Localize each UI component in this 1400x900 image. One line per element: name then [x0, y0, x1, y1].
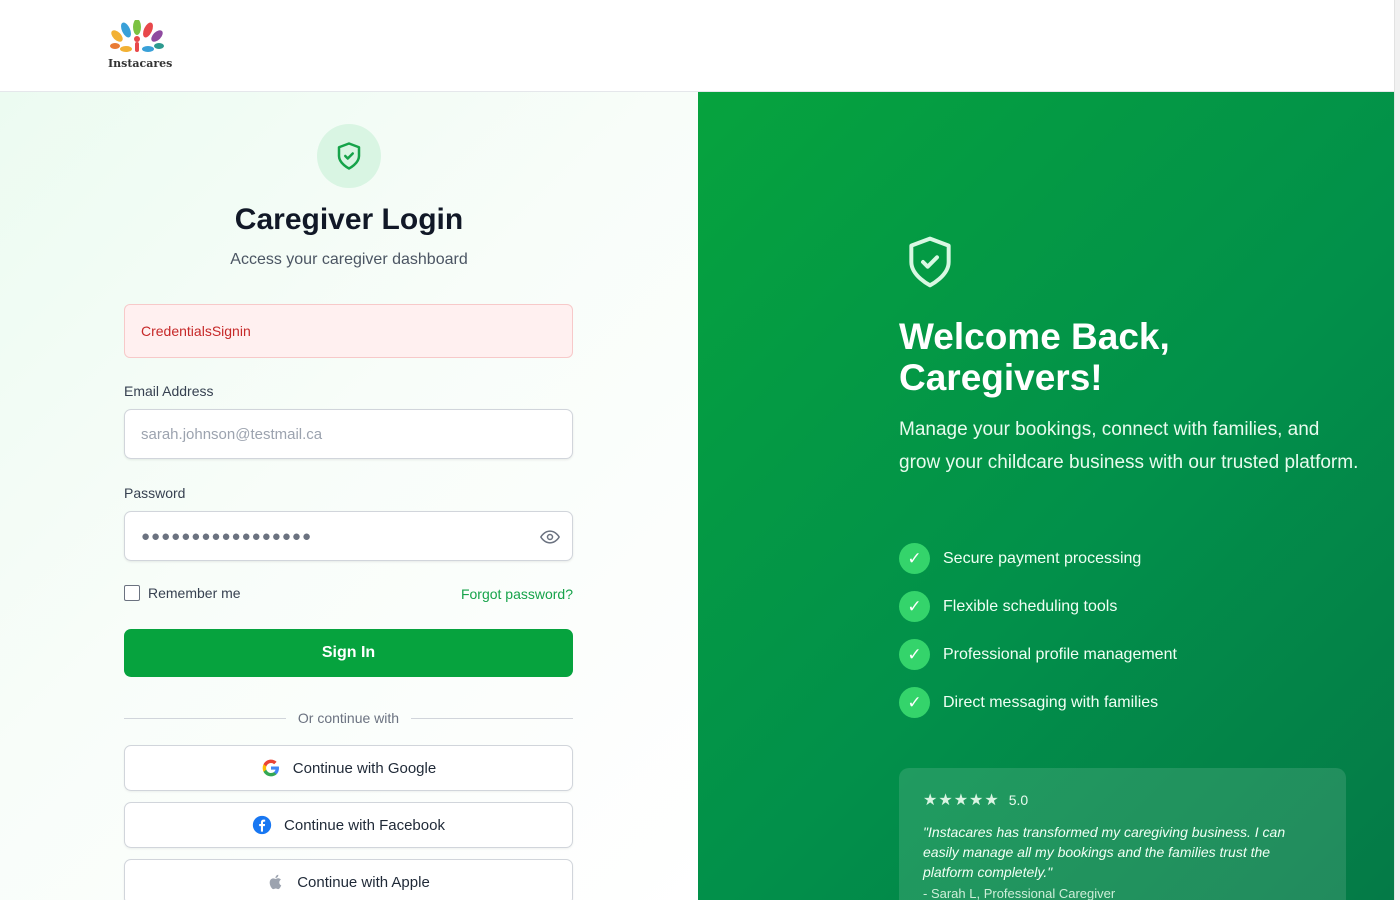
feature-label: Flexible scheduling tools [943, 597, 1118, 615]
error-alert: CredentialsSignin [124, 304, 573, 358]
check-icon: ✓ [899, 687, 930, 718]
google-button[interactable]: Continue with Google [124, 745, 573, 791]
shield-check-icon [909, 236, 951, 288]
forgot-password-link[interactable]: Forgot password? [461, 586, 573, 602]
rating-value: 5.0 [1008, 792, 1029, 808]
feature-item: ✓ Direct messaging with families [899, 687, 1158, 718]
star-icon: ★ [938, 792, 953, 809]
shield-check-icon [337, 142, 361, 170]
facebook-button[interactable]: Continue with Facebook [124, 802, 573, 848]
logo-icon [110, 19, 164, 52]
testimonial-quote: "Instacares has transformed my caregivin… [923, 824, 1286, 880]
brand-logo[interactable]: Instacares [108, 19, 173, 72]
shield-badge [317, 124, 381, 188]
password-label: Password [124, 485, 186, 501]
divider-label: Or continue with [297, 710, 400, 726]
star-icon: ★ [969, 792, 984, 809]
rating-stars: ★ ★ ★ ★ ★ 5.0 [923, 790, 1322, 810]
hero-lead: Manage your bookings, connect with famil… [899, 419, 1359, 473]
testimonial-author: - Sarah L, Professional Caregiver [923, 886, 1116, 900]
remember-label: Remember me [148, 585, 241, 601]
feature-item: ✓ Flexible scheduling tools [899, 591, 1117, 622]
email-label: Email Address [124, 383, 214, 399]
hero-heading-line1: Welcome Back, [899, 316, 1170, 357]
top-bar: Instacares [0, 0, 1400, 92]
password-value: ●●●●●●●●●●●●●●●●● [141, 527, 313, 545]
brand-name: Instacares [108, 57, 173, 70]
email-field[interactable]: sarah.johnson@testmail.ca [124, 409, 573, 459]
star-icon: ★ [953, 792, 969, 809]
scrollbar[interactable] [1394, 0, 1400, 900]
apple-label: Continue with Apple [297, 873, 430, 891]
facebook-icon [252, 815, 272, 835]
check-icon: ✓ [899, 543, 930, 574]
star-icon: ★ [984, 792, 999, 809]
feature-label: Professional profile management [943, 645, 1177, 663]
page-title: Caregiver Login [234, 203, 464, 236]
hero-panel: Welcome Back, Caregivers! Manage your bo… [698, 92, 1394, 900]
login-panel: Caregiver Login Access your caregiver da… [0, 92, 698, 900]
feature-item: ✓ Professional profile management [899, 639, 1177, 670]
remember-me[interactable]: Remember me [124, 585, 241, 601]
sign-in-button[interactable]: Sign In [124, 629, 573, 677]
error-message: CredentialsSignin [141, 323, 251, 339]
star-icon: ★ [923, 792, 938, 809]
password-field[interactable]: ●●●●●●●●●●●●●●●●● [124, 511, 573, 561]
eye-icon[interactable] [540, 527, 560, 547]
feature-label: Secure payment processing [943, 549, 1142, 567]
facebook-label: Continue with Facebook [284, 816, 445, 834]
apple-icon [269, 874, 282, 890]
apple-button[interactable]: Continue with Apple [124, 859, 573, 900]
testimonial-card: ★ ★ ★ ★ ★ 5.0 "Instacares has transforme… [899, 768, 1346, 900]
page-subtitle: Access your caregiver dashboard [230, 251, 468, 268]
feature-label: Direct messaging with families [943, 693, 1159, 711]
feature-item: ✓ Secure payment processing [899, 543, 1141, 574]
hero-heading-line2: Caregivers! [899, 357, 1103, 398]
check-icon: ✓ [899, 639, 930, 670]
google-label: Continue with Google [292, 759, 437, 777]
divider: Or continue with [124, 710, 573, 726]
hero-heading: Welcome Back, Caregivers! [899, 316, 1319, 398]
email-placeholder: sarah.johnson@testmail.ca [141, 425, 323, 443]
check-icon: ✓ [899, 591, 930, 622]
google-icon [262, 759, 279, 777]
remember-checkbox[interactable] [124, 585, 140, 601]
